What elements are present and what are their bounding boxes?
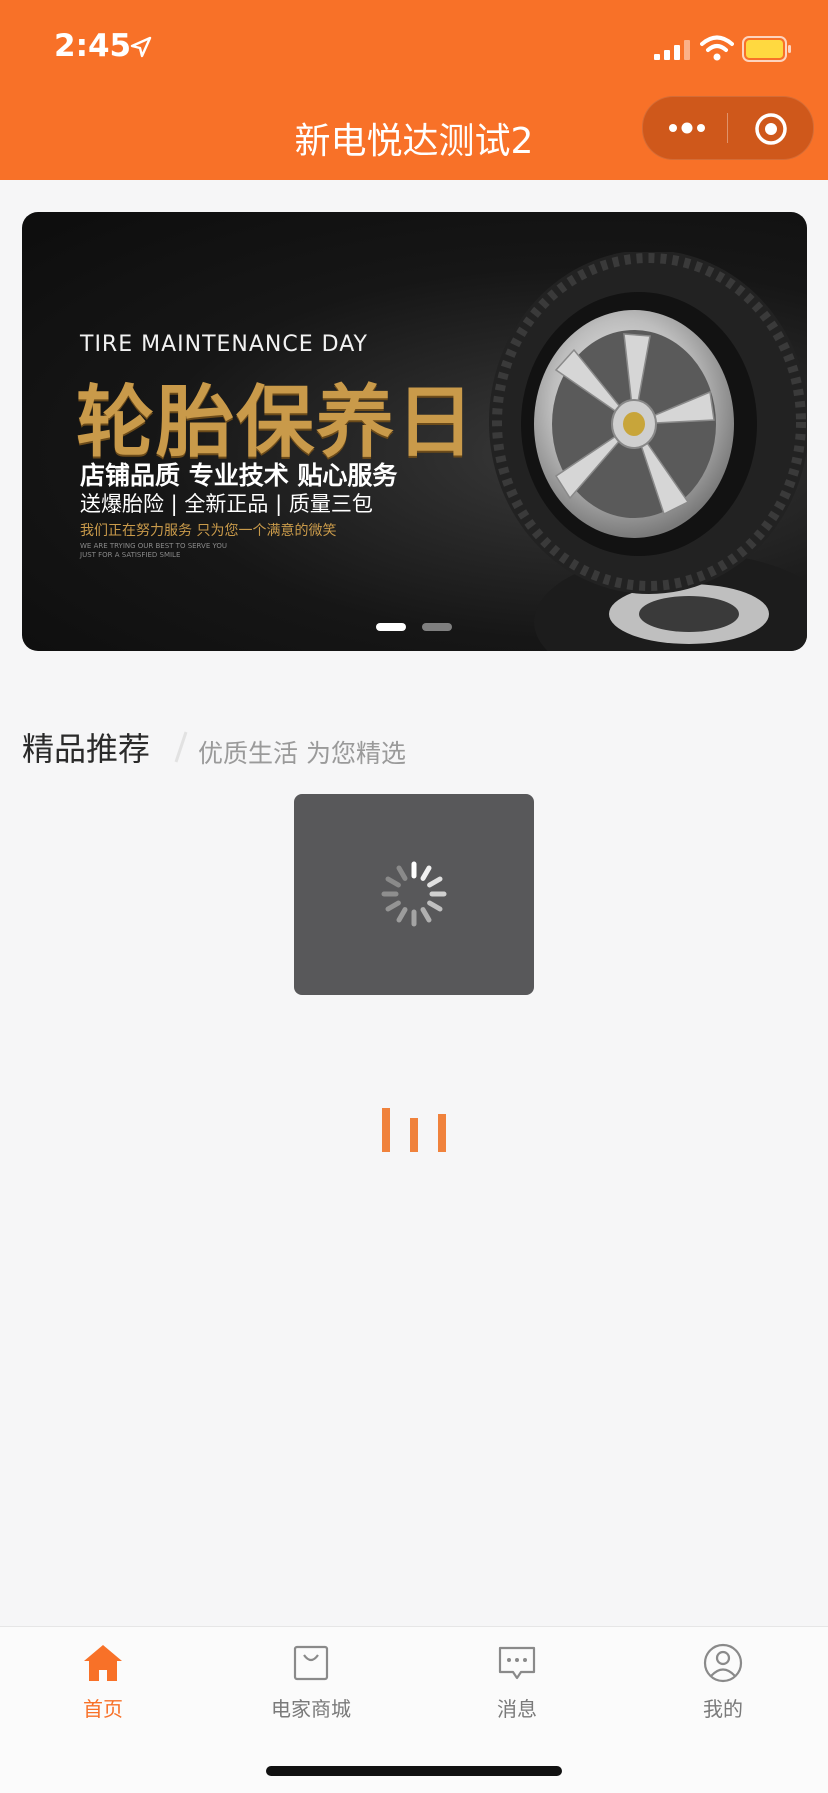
home-icon xyxy=(84,1645,122,1681)
cellular-signal-icon xyxy=(654,40,690,60)
carousel-dot[interactable] xyxy=(422,623,452,631)
message-icon xyxy=(498,1646,536,1680)
tab-label: 电家商城 xyxy=(271,1697,351,1721)
tire-image xyxy=(489,252,807,651)
loading-spinner-icon xyxy=(381,861,447,927)
profile-icon xyxy=(703,1643,743,1683)
battery-icon xyxy=(742,36,791,62)
capsule-divider xyxy=(727,113,728,143)
banner-slogan: 我们正在努力服务 只为您一个满意的微笑 xyxy=(80,523,337,539)
miniprogram-capsule xyxy=(642,96,814,160)
close-miniprogram-icon[interactable] xyxy=(753,111,789,147)
tab-label: 消息 xyxy=(497,1697,537,1721)
section-subtitle: 优质生活 为您精选 xyxy=(198,739,406,768)
loading-bar xyxy=(382,1108,390,1152)
promo-banner[interactable]: TIRE MAINTENANCE DAY 轮胎保养日 店铺品质 专业技术 贴心服… xyxy=(22,212,807,651)
section-title: 精品推荐 xyxy=(22,730,151,768)
tab-label: 首页 xyxy=(83,1697,123,1721)
section-divider-slash xyxy=(174,731,188,763)
top-header: 2:45 新电悦达测试2 xyxy=(0,0,828,180)
loading-bar xyxy=(410,1118,418,1152)
tab-mall[interactable]: 电家商城 xyxy=(236,1641,386,1722)
location-arrow-icon xyxy=(130,36,152,58)
loading-bars xyxy=(380,1108,450,1152)
more-options-icon[interactable] xyxy=(665,115,709,141)
wifi-icon xyxy=(700,35,734,61)
banner-english-title: TIRE MAINTENANCE DAY xyxy=(80,332,368,357)
shopping-bag-icon xyxy=(293,1645,329,1681)
home-indicator[interactable] xyxy=(266,1766,562,1776)
carousel-indicator xyxy=(22,623,807,631)
carousel-dot-active[interactable] xyxy=(376,623,406,631)
status-time: 2:45 xyxy=(54,28,132,64)
banner-tagline: 店铺品质 专业技术 贴心服务 xyxy=(80,461,398,490)
loading-bar xyxy=(438,1114,446,1152)
tab-messages[interactable]: 消息 xyxy=(442,1641,592,1722)
tab-label: 我的 xyxy=(703,1697,743,1721)
loading-toast xyxy=(294,794,534,995)
banner-features: 送爆胎险 | 全新正品 | 质量三包 xyxy=(80,492,373,516)
banner-slogan-en: WE ARE TRYING OUR BEST TO SERVE YOU JUST… xyxy=(80,542,227,559)
tab-profile[interactable]: 我的 xyxy=(648,1641,798,1722)
tab-home[interactable]: 首页 xyxy=(28,1641,178,1722)
